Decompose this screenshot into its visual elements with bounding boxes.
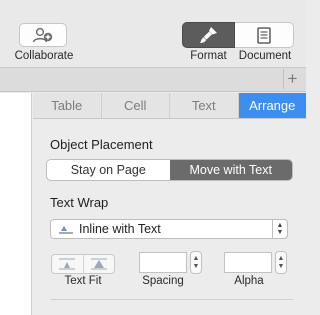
document-icon [257,26,271,44]
move-with-text-option[interactable]: Move with Text [169,160,292,180]
text-fit-shrink-icon [59,258,76,270]
toolbar: Collaborate Format Document [0,0,306,68]
object-placement-control: Stay on Page Move with Text [46,159,293,181]
add-sheet-button[interactable]: + [283,69,301,89]
object-placement-title: Object Placement [50,137,153,152]
text-wrap-title: Text Wrap [50,195,109,210]
collaborate-icon [32,27,53,43]
tab-arrange[interactable]: Arrange [238,93,306,118]
stay-on-page-option[interactable]: Stay on Page [47,160,170,180]
spacing-label: Spacing [142,275,184,287]
spacing-field[interactable] [139,252,187,273]
format-label: Format [190,50,227,62]
alpha-stepper[interactable]: ▲ ▼ [275,251,287,274]
collaborate-button[interactable] [19,23,67,47]
format-inspector: Table Cell Text Arrange Object Placement… [33,93,306,315]
alpha-field[interactable] [224,252,272,273]
section-divider [50,299,293,300]
spacing-stepper[interactable]: ▲ ▼ [190,251,202,274]
text-wrap-popup[interactable]: Inline with Text ▲ ▼ [50,219,288,239]
inline-wrap-icon [59,226,73,234]
tab-text[interactable]: Text [170,93,239,118]
popup-arrows-icon: ▲ ▼ [272,219,288,239]
alpha-label: Alpha [234,275,264,287]
text-fit-label: Text Fit [64,275,102,287]
text-fit-grow-icon [90,258,107,270]
text-fit-grow-button[interactable] [82,255,115,273]
format-button[interactable] [182,22,235,48]
paintbrush-icon [199,27,217,43]
text-fit-shrink-button[interactable] [52,255,83,273]
document-canvas[interactable] [0,93,32,315]
tab-table[interactable]: Table [33,93,102,118]
text-fit-control [51,254,115,274]
collaborate-label: Collaborate [14,50,74,62]
sheet-tab-strip [0,68,306,92]
inspector-tabs: Table Cell Text Arrange [33,93,306,119]
document-button[interactable] [235,22,294,48]
document-label: Document [238,50,292,62]
tab-cell[interactable]: Cell [102,93,170,118]
text-wrap-value: Inline with Text [79,222,161,236]
